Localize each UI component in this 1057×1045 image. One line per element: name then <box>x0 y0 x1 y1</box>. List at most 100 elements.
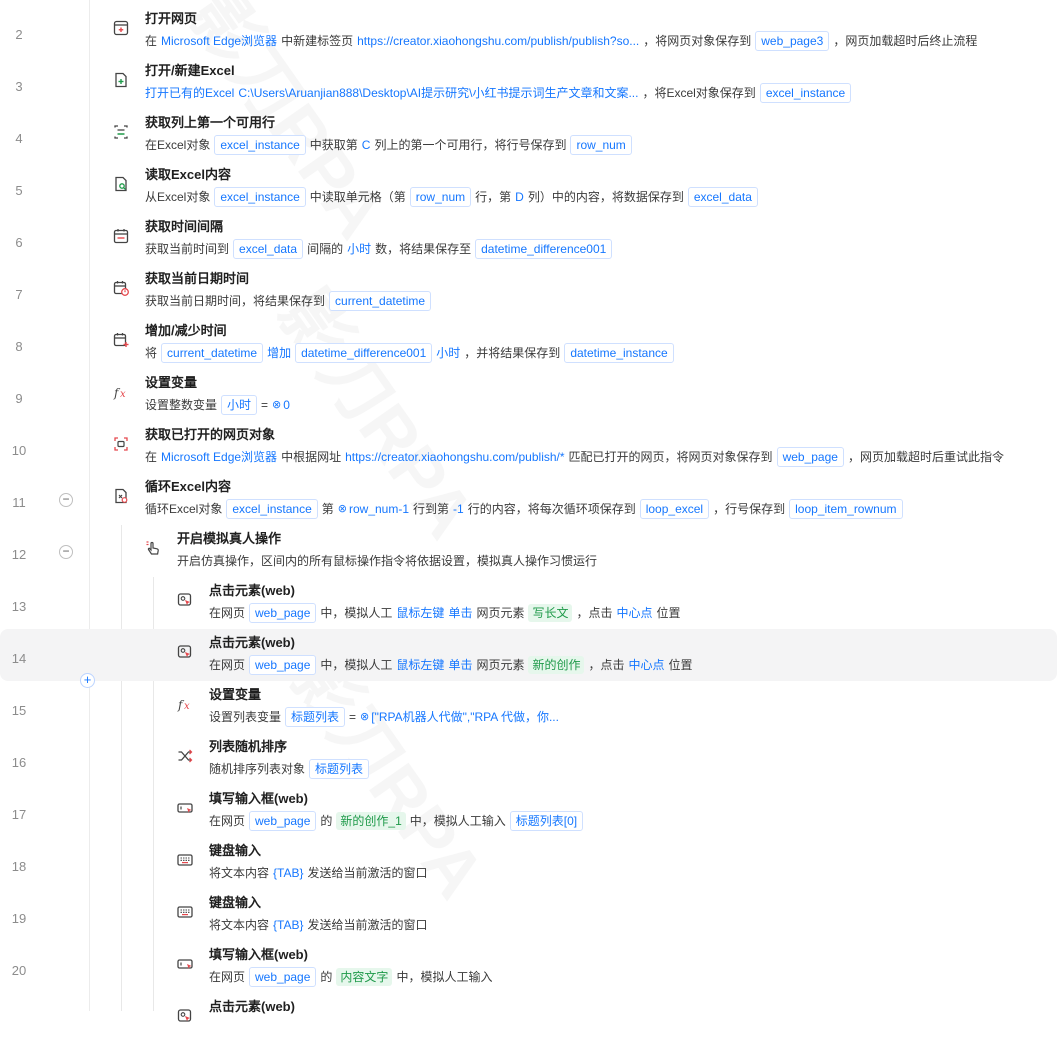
line-number: 9 <box>15 391 23 406</box>
flow-step-row[interactable]: 10 获取已打开的网页对象在 Microsoft Edge浏览器 中根据网址 https… <box>0 421 1057 473</box>
click-element-icon <box>176 591 194 609</box>
param-link[interactable]: 中心点 <box>617 603 653 623</box>
param-link[interactable]: https://creator.xiaohongshu.com/publish/… <box>345 447 564 467</box>
step-description: 将文本内容 {TAB} 发送给当前激活的窗口 <box>209 915 432 935</box>
flow-step-row[interactable]: 4 获取列上第一个可用行 在Excel对象 excel_instance 中获取第 C 列上… <box>0 109 1057 161</box>
desc-text: 间隔的 <box>307 242 344 256</box>
step-title: 开启模拟真人操作 <box>177 531 282 546</box>
variable-chip[interactable]: 小时 <box>221 395 258 415</box>
param-link[interactable]: 打开已有的Excel <box>145 83 234 103</box>
variable-chip[interactable]: loop_item_rownum <box>789 499 903 519</box>
flow-step-row[interactable]: 3 打开/新建Excel 打开已有的Excel C:\Users\Aruanjian8… <box>0 57 1057 109</box>
param-link[interactable]: https://creator.xiaohongshu.com/publish/… <box>357 31 639 51</box>
param-link[interactable]: D <box>515 187 524 207</box>
param-link[interactable]: 鼠标左键 <box>396 655 444 675</box>
desc-text: 发送给当前激活的窗口 <box>307 866 428 880</box>
flow-step-row[interactable]: 8 增加/减少时间将 current_datetime 增加 datetime_diff… <box>0 317 1057 369</box>
expression-value[interactable]: ⊗ row_num-1 <box>338 499 409 519</box>
flow-step-row[interactable]: 7 获取当前日期时间 获取当前日期时间，将结果保存到 current_datetime <box>0 265 1057 317</box>
browser-open-icon <box>112 19 130 37</box>
expression-value[interactable]: ⊗ 0 <box>272 395 290 415</box>
param-link[interactable]: 小时 <box>436 343 460 363</box>
param-link[interactable]: Microsoft Edge浏览器 <box>161 31 277 51</box>
step-title: 设置变量 <box>145 375 198 390</box>
variable-chip[interactable]: web_page <box>776 447 844 467</box>
desc-text: = <box>261 398 269 412</box>
variable-chip[interactable]: web_page3 <box>755 31 830 51</box>
param-link[interactable]: 鼠标左键 <box>396 603 444 623</box>
flow-step-row[interactable]: 2 打开网页在 Microsoft Edge浏览器 中新建标签页 https://cre… <box>0 5 1057 57</box>
flow-step-row[interactable]: 9 f x 设置变量 设置整数变量 小时 = ⊗ 0 <box>0 369 1057 421</box>
flow-step-row[interactable]: 15 f x 设置变量 设置列表变量 标题列表 = ⊗ ["RPA机器人代做","RPA 代做，… <box>0 681 1057 733</box>
variable-chip[interactable]: excel_instance <box>759 83 852 103</box>
collapse-block-toggle[interactable]: − <box>59 493 73 507</box>
hand-pointer-icon <box>144 539 162 557</box>
variable-chip[interactable]: excel_instance <box>226 499 318 519</box>
variable-chip[interactable]: excel_instance <box>214 135 306 155</box>
flow-step-row[interactable]: 13 点击元素(web) 在网页 web_page 中，模拟人工 鼠标左键 单击 网页元素 写长… <box>0 577 1057 629</box>
flow-step-row[interactable]: 6 获取时间间隔 获取当前时间到 excel_data 间隔的 小时 数，将结果保存至 dat… <box>0 213 1057 265</box>
collapse-block-toggle[interactable]: − <box>59 545 73 559</box>
desc-text: = <box>349 710 357 724</box>
line-number: 2 <box>15 27 23 42</box>
fx-icon: fx <box>112 383 130 401</box>
variable-chip[interactable]: web_page <box>249 603 317 623</box>
step-description: 获取当前日期时间，将结果保存到 current_datetime <box>145 291 435 311</box>
param-link[interactable]: {TAB} <box>273 863 303 883</box>
step-description: 将文本内容 {TAB} 发送给当前激活的窗口 <box>209 863 432 883</box>
variable-chip[interactable]: 标题列表 <box>309 759 370 779</box>
variable-chip[interactable]: excel_instance <box>214 187 306 207</box>
flow-step-row[interactable]: 16 列表随机排序 随机排序列表对象 标题列表 <box>0 733 1057 785</box>
param-link[interactable]: C <box>362 135 371 155</box>
flow-step-row[interactable]: 20 填写输入框(web) 在网页 web_page 的内容文字 中，模拟人工输入 <box>0 941 1057 993</box>
flow-step-row[interactable]: 18 键盘输入 将文本内容 {TAB} 发送给当前激活的窗口 <box>0 837 1057 889</box>
flow-step-row[interactable]: 11− 循环Excel内容 循环Excel对象 excel_instance 第 ⊗ row… <box>0 473 1057 525</box>
variable-chip[interactable]: row_num <box>570 135 632 155</box>
param-link[interactable]: 小时 <box>347 239 371 259</box>
param-link[interactable]: C:\Users\Aruanjian888\Desktop\AI提示研究\小红书… <box>238 83 638 103</box>
variable-chip[interactable]: loop_excel <box>639 499 710 519</box>
desc-text: 中，模拟人工输入 <box>396 970 493 984</box>
param-link[interactable]: 增加 <box>267 343 291 363</box>
variable-chip[interactable]: 标题列表[0] <box>509 811 584 831</box>
flow-step-row[interactable]: 19 键盘输入 将文本内容 {TAB} 发送给当前激活的窗口 <box>0 889 1057 941</box>
flow-step-row[interactable]: 5 读取Excel内容 从Excel对象 excel_instance 中读取单元格（第… <box>0 161 1057 213</box>
excel-row-icon <box>112 123 130 141</box>
variable-chip[interactable]: datetime_difference001 <box>475 239 613 259</box>
desc-text: 设置列表变量 <box>209 710 282 724</box>
param-link[interactable]: {TAB} <box>273 915 303 935</box>
param-link[interactable]: 单击 <box>448 655 472 675</box>
param-link[interactable]: 单击 <box>448 603 472 623</box>
param-link[interactable]: Microsoft Edge浏览器 <box>161 447 277 467</box>
desc-text: 获取当前日期时间，将结果保存到 <box>145 294 326 308</box>
flow-step-row[interactable]: 14 点击元素(web) 在网页 web_page 中，模拟人工 鼠标左键 单击 网页元素 新的… <box>0 629 1057 681</box>
step-description: 开启仿真操作，区间内的所有鼠标操作指令将依据设置，模拟真人操作习惯运行 <box>177 551 601 571</box>
element-chip[interactable]: 新的创作 <box>528 656 585 674</box>
variable-chip[interactable]: datetime_difference001 <box>295 343 433 363</box>
flow-step-row[interactable]: 17 填写输入框(web) 在网页 web_page 的新的创作_1 中，模拟人工输入 标题… <box>0 785 1057 837</box>
element-chip[interactable]: 新的创作_1 <box>336 812 406 830</box>
keyboard-icon <box>176 851 194 869</box>
variable-chip[interactable]: current_datetime <box>329 291 432 311</box>
variable-chip[interactable]: excel_data <box>687 187 758 207</box>
variable-chip[interactable]: row_num <box>409 187 472 207</box>
desc-text: 的 <box>320 814 333 828</box>
variable-chip[interactable]: excel_data <box>233 239 304 259</box>
variable-chip[interactable]: web_page <box>249 967 317 987</box>
variable-chip[interactable]: web_page <box>249 811 317 831</box>
click-element-icon <box>176 1007 194 1025</box>
element-chip[interactable]: 写长文 <box>528 604 573 622</box>
variable-chip[interactable]: web_page <box>249 655 317 675</box>
flow-step-row[interactable]: 点击元素(web) <box>0 993 1057 1045</box>
line-number: 12 <box>11 547 27 562</box>
add-step-button[interactable]: + <box>80 673 95 688</box>
flow-step-row[interactable]: 12 − 开启模拟真人操作开启仿真操作，区间内的所有鼠标操作指令将依据设置，模拟真人… <box>0 525 1057 577</box>
param-link[interactable]: -1 <box>453 499 464 519</box>
variable-chip[interactable]: current_datetime <box>161 343 264 363</box>
expression-value[interactable]: ⊗ ["RPA机器人代做","RPA 代做，你... <box>360 707 559 727</box>
param-link[interactable]: 中心点 <box>629 655 665 675</box>
line-number: 4 <box>15 131 23 146</box>
variable-chip[interactable]: datetime_instance <box>564 343 674 363</box>
variable-chip[interactable]: 标题列表 <box>285 707 346 727</box>
element-chip[interactable]: 内容文字 <box>336 968 393 986</box>
